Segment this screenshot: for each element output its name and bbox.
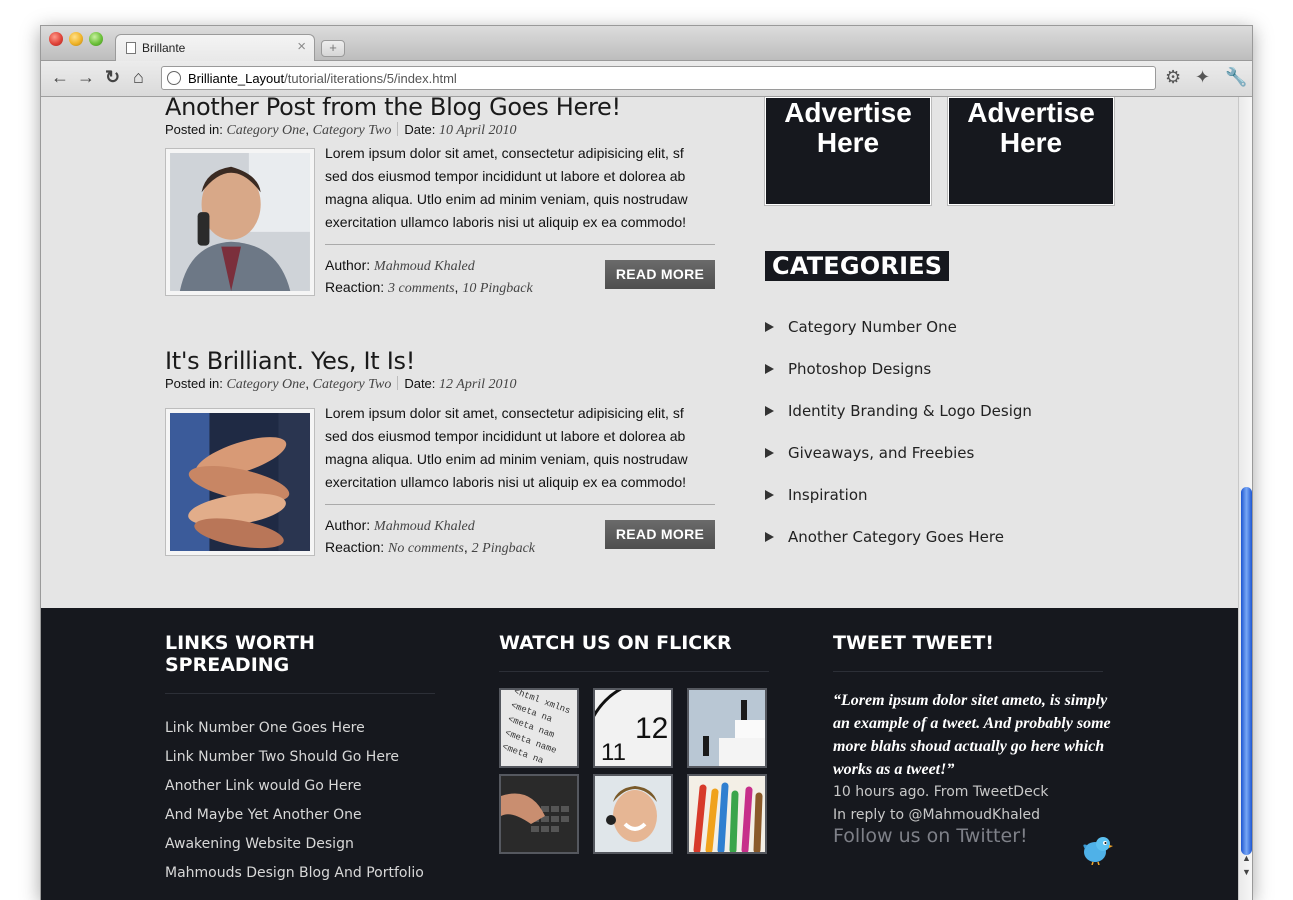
new-tab-button[interactable]: + (321, 40, 345, 57)
browser-window: Brillante × + ← → ↻ ⌂ Brilliante_Layout/… (40, 25, 1253, 900)
tweet-column: TWEET TWEET! “Lorem ipsum dolor sitet am… (833, 632, 1113, 865)
tweet-reply[interactable]: In reply to @MahmoudKhaled (833, 804, 1113, 827)
arrow-right-icon (765, 532, 774, 542)
arrow-right-icon (765, 322, 774, 332)
tab-brillante[interactable]: Brillante × (115, 34, 315, 62)
tab-title: Brillante (142, 41, 186, 55)
flickr-photo-keyboard[interactable] (499, 774, 579, 854)
post-excerpt: Lorem ipsum dolor sit amet, consectetur … (325, 145, 688, 230)
category-item[interactable]: Identity Branding & Logo Design (765, 402, 1032, 444)
links-list: Link Number One Goes Here Link Number Tw… (165, 720, 435, 894)
tweet-time[interactable]: 10 hours ago. From TweetDeck (833, 781, 1113, 804)
site-footer: LINKS WORTH SPREADING Link Number One Go… (41, 608, 1238, 900)
forward-icon[interactable]: → (77, 67, 95, 87)
author-link[interactable]: Mahmoud Khaled (374, 259, 475, 274)
arrow-right-icon (765, 490, 774, 500)
flickr-column: WATCH US ON FLICKR <html xmlns <meta na <m… (499, 632, 771, 854)
flickr-photo-code[interactable]: <html xmlns <meta na <meta nam <meta name <m… (499, 687, 579, 768)
footer-link[interactable]: Link Number One Goes Here (165, 720, 435, 749)
pingback-link[interactable]: 2 Pingback (472, 541, 535, 556)
advertise-box[interactable]: Advertise Here (764, 97, 932, 206)
comments-link[interactable]: 3 comments (388, 281, 455, 296)
category-item[interactable]: Giveaways, and Freebies (765, 444, 1032, 486)
post-date: 10 April 2010 (439, 123, 517, 138)
gear-icon[interactable]: ⚙ (1165, 67, 1181, 88)
man-on-phone-image (170, 153, 310, 291)
window-minimize-button[interactable] (69, 32, 83, 46)
read-more-button[interactable]: READ MORE (605, 520, 715, 549)
scroll-thumb[interactable] (1241, 487, 1252, 855)
post-1: Another Post from the Blog Goes Here! Po… (165, 97, 725, 303)
flickr-photo-pencils[interactable] (687, 774, 767, 854)
page-icon (126, 42, 136, 54)
tweet-heading: TWEET TWEET! (833, 632, 1103, 672)
svg-text:11: 11 (601, 739, 626, 766)
reload-icon[interactable]: ↻ (105, 67, 120, 87)
wrench-icon[interactable]: 🔧 (1225, 67, 1247, 88)
category-item[interactable]: Category Number One (765, 318, 1032, 360)
tab-bar: Brillante × + (41, 26, 1252, 62)
category-link[interactable]: Category Two (313, 123, 392, 138)
flickr-photo-stairs[interactable] (687, 688, 767, 768)
footer-link[interactable]: Link Number Two Should Go Here (165, 749, 435, 778)
address-bar[interactable]: Brilliante_Layout/tutorial/iterations/5/… (161, 66, 1156, 90)
post-footer: Author: Mahmoud Khaled Reaction: 3 comme… (325, 244, 715, 299)
home-icon[interactable]: ⌂ (133, 67, 144, 87)
category-link[interactable]: Category One (226, 123, 305, 138)
post-thumbnail[interactable] (165, 148, 315, 296)
post-title[interactable]: It's Brilliant. Yes, It Is! (165, 347, 725, 375)
flickr-photo-clock[interactable]: 12 11 (583, 678, 727, 822)
arrow-right-icon (765, 364, 774, 374)
arrow-right-icon (765, 448, 774, 458)
flickr-photo-headset[interactable] (593, 774, 673, 854)
flickr-heading: WATCH US ON FLICKR (499, 632, 769, 672)
footer-link[interactable]: And Maybe Yet Another One (165, 807, 435, 836)
back-icon[interactable]: ← (51, 67, 69, 87)
pingback-link[interactable]: 10 Pingback (462, 281, 532, 296)
advertise-box[interactable]: Advertise Here (947, 97, 1115, 206)
comments-link[interactable]: No comments (388, 541, 464, 556)
category-link[interactable]: Category One (226, 377, 305, 392)
tab-close-icon[interactable]: × (297, 38, 306, 55)
twitter-bird-icon[interactable] (1081, 835, 1113, 865)
author-link[interactable]: Mahmoud Khaled (374, 519, 475, 534)
categories-heading: CATEGORIES (765, 251, 950, 281)
post-title[interactable]: Another Post from the Blog Goes Here! (165, 97, 725, 121)
links-column: LINKS WORTH SPREADING Link Number One Go… (165, 632, 435, 894)
post-2: It's Brilliant. Yes, It Is! Posted in: C… (165, 347, 725, 557)
hands-stacked-image (170, 413, 310, 551)
url-text: Brilliante_Layout/tutorial/iterations/5/… (188, 71, 457, 86)
post-meta: Posted in: Category One, Category Two Dat… (165, 122, 517, 138)
browser-toolbar: ← → ↻ ⌂ Brilliante_Layout/tutorial/itera… (41, 61, 1252, 97)
category-item[interactable]: Photoshop Designs (765, 360, 1032, 402)
read-more-button[interactable]: READ MORE (605, 260, 715, 289)
post-meta: Posted in: Category One, Category Two Dat… (165, 376, 517, 392)
links-heading: LINKS WORTH SPREADING (165, 632, 435, 694)
category-item[interactable]: Another Category Goes Here (765, 528, 1032, 570)
page-viewport: Another Post from the Blog Goes Here! Po… (41, 97, 1238, 900)
post-date: 12 April 2010 (439, 377, 517, 392)
arrow-right-icon (765, 406, 774, 416)
svg-text:12: 12 (635, 712, 668, 745)
tweet-text: “Lorem ipsum dolor sitet ameto, is simpl… (833, 692, 1111, 778)
vertical-scrollbar[interactable]: ▲ ▼ (1238, 97, 1252, 900)
footer-link[interactable]: Awakening Website Design (165, 836, 435, 865)
categories-list: Category Number One Photoshop Designs Id… (765, 318, 1032, 570)
category-link[interactable]: Category Two (313, 377, 392, 392)
window-close-button[interactable] (49, 32, 63, 46)
category-item[interactable]: Inspiration (765, 486, 1032, 528)
extension-icon[interactable]: ✦ (1195, 67, 1210, 88)
post-excerpt: Lorem ipsum dolor sit amet, consectetur … (325, 405, 688, 490)
window-zoom-button[interactable] (89, 32, 103, 46)
post-footer: Author: Mahmoud Khaled Reaction: No comm… (325, 504, 715, 559)
scroll-up-icon[interactable]: ▲ (1242, 853, 1251, 863)
footer-link[interactable]: Another Link would Go Here (165, 778, 435, 807)
follow-twitter-link[interactable]: Follow us on Twitter! (833, 825, 1113, 847)
post-thumbnail[interactable] (165, 408, 315, 556)
globe-icon (167, 71, 181, 85)
scroll-down-icon[interactable]: ▼ (1242, 867, 1251, 877)
footer-link[interactable]: Mahmouds Design Blog And Portfolio (165, 865, 435, 894)
